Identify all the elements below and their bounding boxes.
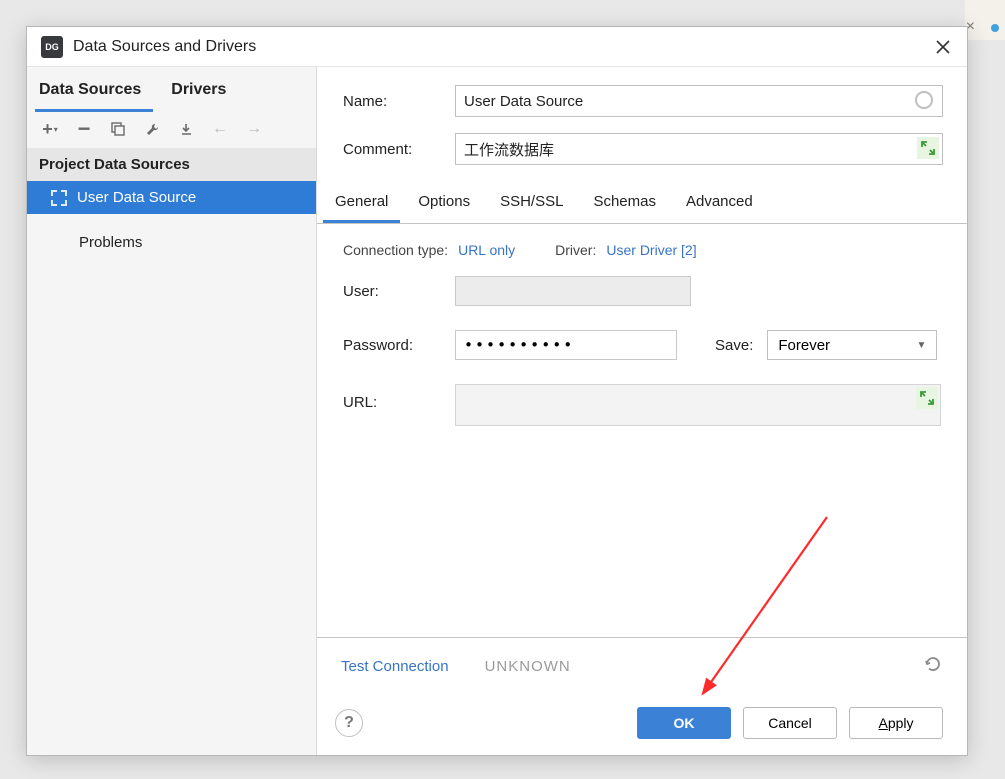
url-label: URL: bbox=[343, 384, 455, 411]
dialog-title: Data Sources and Drivers bbox=[73, 38, 256, 56]
remove-button[interactable]: − bbox=[75, 120, 93, 138]
dialog-titlebar: DG Data Sources and Drivers bbox=[27, 27, 967, 67]
tab-general[interactable]: General bbox=[323, 185, 400, 223]
sidebar-toolbar: +▾ − ← → bbox=[27, 112, 316, 148]
connection-status: UNKNOWN bbox=[485, 658, 571, 675]
name-input[interactable] bbox=[455, 85, 943, 117]
tree-item-user-data-source[interactable]: User Data Source bbox=[27, 181, 316, 214]
wrench-icon[interactable] bbox=[143, 120, 161, 138]
connection-type-label: Connection type: bbox=[343, 242, 448, 258]
chevron-down-icon: ▼ bbox=[916, 340, 926, 351]
tab-drivers[interactable]: Drivers bbox=[167, 75, 238, 112]
user-label: User: bbox=[343, 283, 455, 300]
datasource-icon bbox=[51, 190, 67, 206]
expand-comment-icon[interactable] bbox=[917, 137, 939, 159]
ok-button[interactable]: OK bbox=[637, 707, 731, 739]
forward-icon: → bbox=[245, 120, 263, 138]
save-label: Save: bbox=[715, 337, 753, 354]
sidebar: Data Sources Drivers +▾ − ← → Project Da… bbox=[27, 67, 317, 755]
help-button[interactable]: ? bbox=[335, 709, 363, 737]
comment-label: Comment: bbox=[343, 141, 455, 158]
data-source-tree: User Data Source bbox=[27, 181, 316, 214]
password-input[interactable] bbox=[455, 330, 677, 360]
test-connection-link[interactable]: Test Connection bbox=[341, 658, 449, 675]
connection-type-value[interactable]: URL only bbox=[458, 242, 515, 258]
comment-input[interactable] bbox=[455, 133, 943, 165]
driver-label: Driver: bbox=[555, 242, 596, 258]
status-circle-icon bbox=[915, 91, 933, 109]
tab-schemas[interactable]: Schemas bbox=[581, 185, 668, 223]
back-icon: ← bbox=[211, 120, 229, 138]
undo-icon[interactable] bbox=[923, 654, 943, 679]
password-label: Password: bbox=[343, 337, 455, 354]
tab-data-sources[interactable]: Data Sources bbox=[35, 75, 153, 112]
project-data-sources-header: Project Data Sources bbox=[27, 148, 316, 181]
expand-url-icon[interactable] bbox=[916, 387, 938, 409]
tab-options[interactable]: Options bbox=[406, 185, 482, 223]
user-input[interactable] bbox=[455, 276, 691, 306]
tree-item-label: User Data Source bbox=[77, 189, 196, 206]
problems-item[interactable]: Problems bbox=[27, 214, 316, 259]
detail-tabs: General Options SSH/SSL Schemas Advanced bbox=[317, 185, 967, 224]
tab-ssh-ssl[interactable]: SSH/SSL bbox=[488, 185, 575, 223]
name-label: Name: bbox=[343, 93, 455, 110]
connection-footer: Test Connection UNKNOWN bbox=[317, 637, 967, 695]
save-select[interactable]: Forever ▼ bbox=[767, 330, 937, 360]
apply-button[interactable]: Apply bbox=[849, 707, 943, 739]
app-icon: DG bbox=[41, 36, 63, 58]
add-button[interactable]: +▾ bbox=[41, 120, 59, 138]
sidebar-tabs: Data Sources Drivers bbox=[27, 67, 316, 112]
main-panel: Name: Comment: G bbox=[317, 67, 967, 755]
connection-meta: Connection type: URL only Driver: User D… bbox=[317, 224, 967, 264]
close-button[interactable] bbox=[933, 37, 953, 57]
tab-advanced[interactable]: Advanced bbox=[674, 185, 765, 223]
duplicate-button[interactable] bbox=[109, 120, 127, 138]
url-input[interactable] bbox=[455, 384, 941, 426]
button-bar: ? OK Cancel Apply bbox=[317, 695, 967, 755]
background-indicator-icon bbox=[991, 24, 999, 32]
import-icon[interactable] bbox=[177, 120, 195, 138]
data-sources-dialog: DG Data Sources and Drivers Data Sources… bbox=[26, 26, 968, 756]
save-select-value: Forever bbox=[778, 337, 830, 354]
driver-value[interactable]: User Driver [2] bbox=[606, 242, 696, 258]
cancel-button[interactable]: Cancel bbox=[743, 707, 837, 739]
